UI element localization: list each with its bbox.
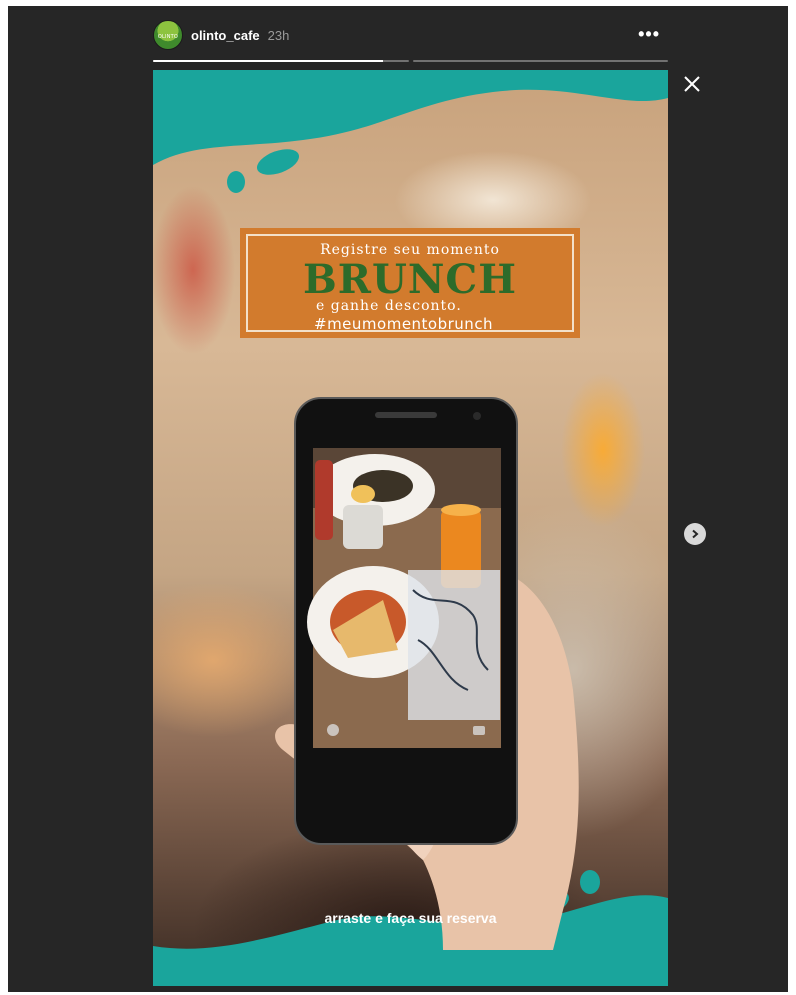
promo-banner-frame: Registre seu momento BRUNCH e ganhe desc… xyxy=(246,234,574,333)
chevron-right-icon xyxy=(692,529,699,539)
promo-hashtag: #meumomentobrunch xyxy=(314,315,494,333)
story-progress-bar xyxy=(153,60,668,63)
story-header: OLINTO olinto_cafe 23h ••• xyxy=(153,18,668,52)
timestamp: 23h xyxy=(267,27,290,43)
username[interactable]: olinto_cafe xyxy=(191,28,260,43)
top-wave-decoration xyxy=(153,70,668,193)
story-viewer: OLINTO olinto_cafe 23h ••• Registre seu … xyxy=(8,6,788,992)
phone-photo-illustration xyxy=(275,397,579,950)
progress-segment-fill xyxy=(153,60,383,62)
progress-segment xyxy=(412,60,668,62)
promo-title: BRUNCH xyxy=(302,256,518,303)
close-icon[interactable] xyxy=(680,72,704,96)
more-options-icon[interactable]: ••• xyxy=(638,25,660,43)
story-content[interactable]: Registre seu momento BRUNCH e ganhe desc… xyxy=(153,70,668,986)
avatar-logo-text: OLINTO xyxy=(157,34,179,40)
avatar[interactable]: OLINTO xyxy=(153,20,183,50)
promo-subline: e ganhe desconto. xyxy=(316,298,462,314)
swipe-up-reservation-link[interactable]: arraste e faça sua reserva xyxy=(153,910,668,926)
next-story-button[interactable] xyxy=(684,523,706,545)
progress-segment xyxy=(153,60,409,62)
promo-banner: Registre seu momento BRUNCH e ganhe desc… xyxy=(240,228,580,338)
